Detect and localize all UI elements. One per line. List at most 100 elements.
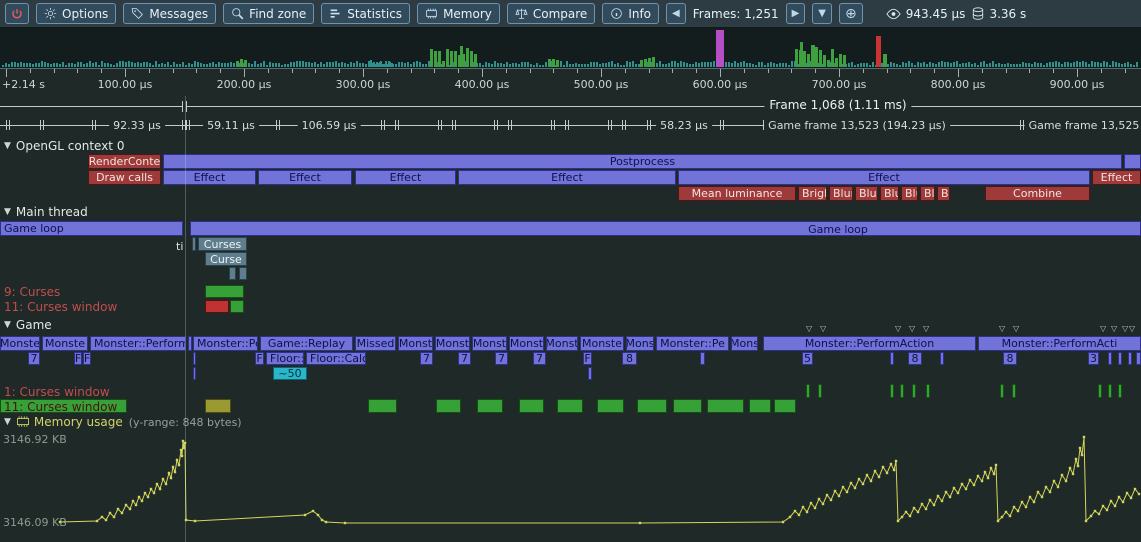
- message-marker-icon[interactable]: ▽: [1129, 325, 1135, 333]
- memory-section-header[interactable]: ▼Memory usage(y-range: 848 bytes): [4, 415, 242, 429]
- zone[interactable]: [239, 267, 247, 280]
- message-marker-icon[interactable]: ▽: [895, 325, 901, 333]
- zone[interactable]: F: [583, 352, 592, 365]
- message-marker-icon[interactable]: ▽: [1122, 325, 1128, 333]
- zone[interactable]: Monst: [546, 336, 578, 351]
- message-marker-icon[interactable]: ▽: [806, 325, 812, 333]
- zone[interactable]: 5: [802, 352, 813, 365]
- zone[interactable]: [193, 352, 196, 365]
- message-marker-icon[interactable]: ▽: [923, 325, 929, 333]
- zone[interactable]: Monste: [42, 336, 88, 351]
- zone[interactable]: Monste: [0, 336, 40, 351]
- lock-bar[interactable]: [1098, 384, 1102, 398]
- zone[interactable]: [192, 237, 196, 251]
- section-header[interactable]: ▼Game: [4, 318, 52, 332]
- zone[interactable]: Effect: [258, 170, 352, 185]
- zone[interactable]: Monste: [580, 336, 624, 351]
- zone[interactable]: Blur: [829, 186, 853, 201]
- zone[interactable]: Monster::Pe: [656, 336, 729, 351]
- zone[interactable]: Monster::PerformActi: [978, 336, 1141, 351]
- zone[interactable]: F: [83, 352, 91, 365]
- zone[interactable]: 7: [495, 352, 508, 365]
- zone[interactable]: [700, 352, 705, 365]
- lock-bar[interactable]: [1108, 384, 1112, 398]
- zone[interactable]: Floor::: [266, 352, 304, 365]
- message-marker-icon[interactable]: ▽: [1111, 325, 1117, 333]
- zone[interactable]: Blur: [855, 186, 878, 201]
- zone[interactable]: [890, 352, 894, 365]
- zone[interactable]: 8: [908, 352, 922, 365]
- message-marker-icon[interactable]: ▽: [820, 325, 826, 333]
- zone[interactable]: [1124, 154, 1141, 169]
- lock-label[interactable]: 1: Curses window: [4, 385, 110, 399]
- lock-label[interactable]: 11: Curses window: [4, 300, 117, 314]
- zone[interactable]: 7: [458, 352, 471, 365]
- lock-bar[interactable]: [557, 399, 583, 413]
- zone[interactable]: 7: [420, 352, 433, 365]
- lock-bar[interactable]: [749, 399, 771, 413]
- message-marker-icon[interactable]: ▽: [909, 325, 915, 333]
- zone[interactable]: [1128, 352, 1132, 365]
- zone[interactable]: [229, 267, 236, 280]
- zone[interactable]: ~50: [273, 367, 307, 380]
- zone[interactable]: [1108, 352, 1112, 365]
- lock-bar[interactable]: [707, 399, 744, 413]
- zone[interactable]: 8: [622, 352, 637, 365]
- section-header[interactable]: ▼Main thread: [4, 205, 88, 219]
- lock-bar[interactable]: [205, 399, 231, 413]
- lock-label[interactable]: 9: Curses: [4, 285, 60, 299]
- section-header[interactable]: ▼OpenGL context 0: [4, 139, 124, 153]
- message-marker-icon[interactable]: ▽: [999, 325, 1005, 333]
- zone[interactable]: Monster::PerformAction: [763, 336, 976, 351]
- zone[interactable]: Postprocess: [163, 154, 1122, 169]
- zone[interactable]: Monster::Pe: [193, 336, 258, 351]
- zone[interactable]: [588, 367, 592, 380]
- lock-bar[interactable]: [205, 285, 244, 298]
- zone[interactable]: [190, 221, 1141, 236]
- lock-bar[interactable]: [774, 399, 796, 413]
- zone[interactable]: 7: [533, 352, 546, 365]
- zone[interactable]: Brigh: [798, 186, 827, 201]
- lock-bar[interactable]: [597, 399, 624, 413]
- zone[interactable]: F: [255, 352, 264, 365]
- zone[interactable]: RenderConte: [88, 154, 161, 169]
- lock-bar[interactable]: [637, 399, 667, 413]
- lock-bar[interactable]: [368, 399, 397, 413]
- lock-bar[interactable]: [1012, 384, 1016, 398]
- zone[interactable]: F: [74, 352, 82, 365]
- zone[interactable]: Draw calls: [88, 170, 161, 185]
- lock-bar[interactable]: [926, 384, 930, 398]
- zone[interactable]: Monst: [472, 336, 507, 351]
- zone[interactable]: Monst: [435, 336, 470, 351]
- zone[interactable]: Effect: [163, 170, 256, 185]
- zone[interactable]: Blur: [937, 186, 950, 201]
- zone[interactable]: 8: [1003, 352, 1017, 365]
- zone[interactable]: Mons: [626, 336, 654, 351]
- zone[interactable]: Monst: [398, 336, 433, 351]
- lock-bar[interactable]: [477, 399, 503, 413]
- zone[interactable]: [1118, 352, 1122, 365]
- lock-bar[interactable]: [900, 384, 904, 398]
- zone[interactable]: Game::Replay: [260, 336, 353, 351]
- lock-bar[interactable]: [519, 399, 544, 413]
- zone[interactable]: [1136, 352, 1141, 365]
- message-marker-icon[interactable]: ▽: [1100, 325, 1106, 333]
- lock-bar[interactable]: [1118, 384, 1122, 398]
- zone[interactable]: Missed: [355, 336, 396, 351]
- lock-bar[interactable]: [436, 399, 461, 413]
- lock-bar[interactable]: [818, 384, 822, 398]
- lock-bar[interactable]: [806, 384, 810, 398]
- zone[interactable]: [193, 367, 196, 380]
- zone[interactable]: [188, 336, 192, 351]
- zone[interactable]: Effect: [1092, 170, 1141, 185]
- zone[interactable]: Floor::Calc: [306, 352, 366, 365]
- zone[interactable]: 3: [1088, 352, 1099, 365]
- zone[interactable]: Mean luminance: [678, 186, 796, 201]
- zone[interactable]: Blur: [920, 186, 935, 201]
- zone[interactable]: 7: [28, 352, 40, 365]
- zone[interactable]: Monster::PerformA: [90, 336, 186, 351]
- memory-plot[interactable]: [0, 433, 1141, 542]
- zone[interactable]: Blur: [880, 186, 899, 201]
- zone[interactable]: [940, 352, 944, 365]
- lock-label[interactable]: 11: Curses window: [4, 400, 117, 414]
